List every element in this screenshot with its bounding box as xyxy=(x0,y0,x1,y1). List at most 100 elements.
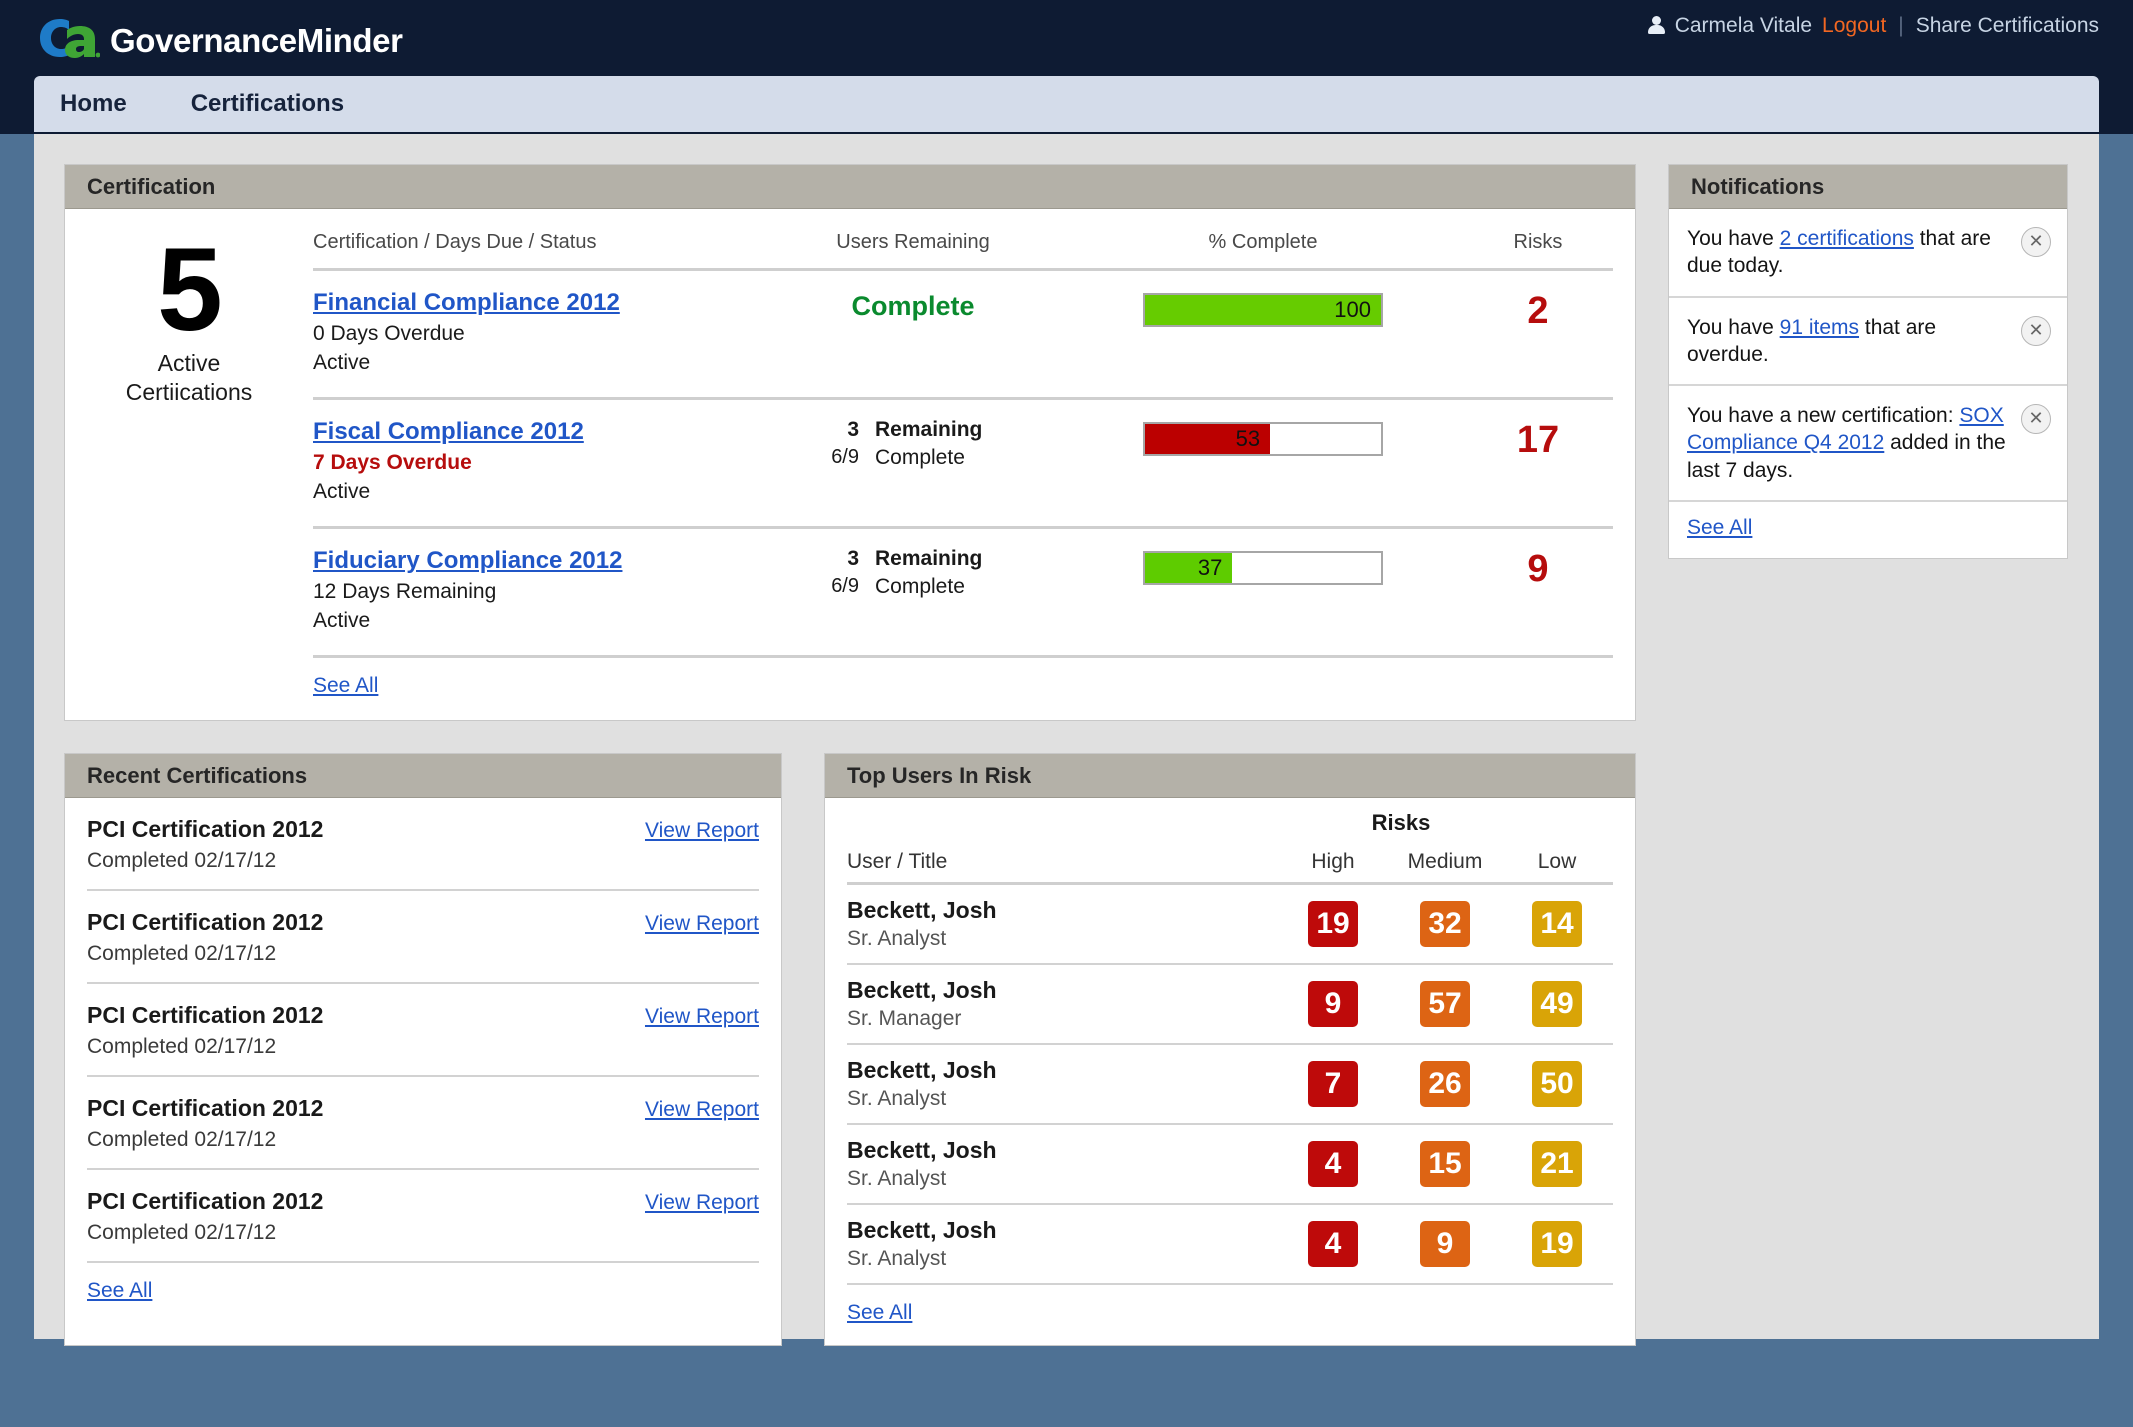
view-report-link[interactable]: View Report xyxy=(645,819,759,843)
certification-days: 12 Days Remaining xyxy=(313,580,497,603)
right-column: Notifications You have 2 certifications … xyxy=(1668,164,2068,560)
risk-high-cell: 4 xyxy=(1277,1141,1389,1187)
user-name: Carmela Vitale xyxy=(1674,14,1813,37)
notification-item: You have a new certification: SOX Compli… xyxy=(1669,386,2067,503)
risk-table-row: Beckett, Josh Sr. Analyst 7 26 50 xyxy=(825,1045,1635,1123)
recent-certification-item: PCI Certification 2012 View Report Compl… xyxy=(65,984,781,1075)
close-icon[interactable]: ✕ xyxy=(2021,227,2051,257)
risk-high-cell: 9 xyxy=(1277,981,1389,1027)
recent-certification-name: PCI Certification 2012 xyxy=(87,1188,324,1214)
recent-panel-title: Recent Certifications xyxy=(87,762,308,788)
certification-status: Active xyxy=(313,480,371,503)
risks-group-header-row: Risks xyxy=(825,798,1605,836)
progress-bar: 100 xyxy=(1143,293,1383,327)
notifications-panel: Notifications You have 2 certifications … xyxy=(1668,164,2068,560)
view-report-link[interactable]: View Report xyxy=(645,1005,759,1029)
notifications-panel-header: Notifications xyxy=(1669,165,2067,209)
risk-high-cell: 4 xyxy=(1277,1221,1389,1267)
nav-bar-wrapper: Home Certifications xyxy=(0,76,2133,134)
users-remaining-cell: Complete xyxy=(763,289,1063,322)
share-certifications-link[interactable]: Share Certifications xyxy=(1916,14,2099,38)
view-report-link[interactable]: View Report xyxy=(645,1191,759,1215)
risk-user-cell: Beckett, Josh Sr. Analyst xyxy=(847,1137,1277,1191)
active-certifications-label: Active Certiications xyxy=(126,349,253,407)
risk-panel-body: Risks User / Title High Medium Low Becke… xyxy=(825,798,1635,1345)
risk-user-name: Beckett, Josh xyxy=(847,1217,997,1243)
risk-badge-low: 49 xyxy=(1532,981,1582,1027)
risks-cell: 17 xyxy=(1463,418,1613,462)
nav-item-certifications[interactable]: Certifications xyxy=(191,76,378,132)
view-report-link[interactable]: View Report xyxy=(645,1098,759,1122)
risk-see-all-wrapper: See All xyxy=(825,1285,1635,1345)
certification-panel: Certification 5 Active Certiications Cer… xyxy=(64,164,1636,721)
recent-certification-date: Completed 02/17/12 xyxy=(87,1128,277,1151)
risk-medium-cell: 15 xyxy=(1389,1141,1501,1187)
notification-link[interactable]: SOX Compliance Q4 2012 xyxy=(1687,404,2004,454)
certification-link[interactable]: Fiduciary Compliance 2012 xyxy=(313,547,622,575)
column-header-high: High xyxy=(1311,850,1355,873)
certification-row: Fiduciary Compliance 2012 12 Days Remain… xyxy=(313,529,1613,655)
risk-low-cell: 50 xyxy=(1501,1061,1613,1107)
risk-table-row: Beckett, Josh Sr. Analyst 4 15 21 xyxy=(825,1125,1635,1203)
column-header-name: Certification / Days Due / Status xyxy=(313,231,597,253)
certification-link[interactable]: Financial Compliance 2012 xyxy=(313,289,620,317)
certification-panel-title: Certification xyxy=(87,173,216,199)
view-report-link[interactable]: View Report xyxy=(645,912,759,936)
notification-link[interactable]: 2 certifications xyxy=(1780,227,1914,250)
recent-certification-date: Completed 02/17/12 xyxy=(87,849,277,872)
risk-table-row: Beckett, Josh Sr. Analyst 19 32 14 xyxy=(825,885,1635,963)
percent-complete-cell: 37 xyxy=(1063,547,1463,585)
risk-medium-cell: 9 xyxy=(1389,1221,1501,1267)
nav-item-home[interactable]: Home xyxy=(60,76,161,132)
recent-certification-item: PCI Certification 2012 View Report Compl… xyxy=(65,1077,781,1168)
risk-badge-low: 21 xyxy=(1532,1141,1582,1187)
users-remaining-label: Remaining xyxy=(875,547,983,570)
active-certifications-summary: 5 Active Certiications xyxy=(65,209,313,720)
logout-link[interactable]: Logout xyxy=(1822,14,1886,38)
risk-user-name: Beckett, Josh xyxy=(847,977,997,1003)
risk-badge-medium: 32 xyxy=(1420,901,1470,947)
recent-see-all-link[interactable]: See All xyxy=(87,1279,152,1302)
certification-see-all-wrapper: See All xyxy=(313,658,1613,720)
close-icon[interactable]: ✕ xyxy=(2021,404,2051,435)
certification-panel-header: Certification xyxy=(65,165,1635,209)
users-remaining-block: 3 Remaining 6/9 Complete xyxy=(763,418,1063,470)
risk-count: 2 xyxy=(1527,290,1549,332)
risk-user-name: Beckett, Josh xyxy=(847,897,997,923)
notifications-list: You have 2 certifications that are due t… xyxy=(1669,209,2067,503)
risk-medium-cell: 57 xyxy=(1389,981,1501,1027)
certification-table-header: Certification / Days Due / Status Users … xyxy=(313,209,1613,268)
certification-see-all-link[interactable]: See All xyxy=(313,674,378,697)
recent-certification-date: Completed 02/17/12 xyxy=(87,1035,277,1058)
notification-text: You have 91 items that are overdue. xyxy=(1687,315,1937,366)
risk-see-all-link[interactable]: See All xyxy=(847,1301,912,1324)
users-remaining-count: 3 xyxy=(847,547,859,570)
certification-link[interactable]: Fiscal Compliance 2012 xyxy=(313,418,584,446)
notification-link[interactable]: 91 items xyxy=(1780,316,1859,339)
risk-low-cell: 49 xyxy=(1501,981,1613,1027)
certification-name-cell: Financial Compliance 2012 0 Days Overdue… xyxy=(313,289,763,375)
progress-bar-value: 37 xyxy=(1197,555,1223,580)
user-area: Carmela Vitale Logout | Share Certificat… xyxy=(1647,14,2099,38)
close-icon[interactable]: ✕ xyxy=(2021,315,2051,346)
certification-rows: Financial Compliance 2012 0 Days Overdue… xyxy=(313,271,1613,658)
recent-panel-body: PCI Certification 2012 View Report Compl… xyxy=(65,798,781,1323)
risk-table-header: User / Title High Medium Low xyxy=(825,836,1635,882)
recent-certification-item: PCI Certification 2012 View Report Compl… xyxy=(65,891,781,982)
notifications-panel-title: Notifications xyxy=(1691,173,1825,199)
risk-high-cell: 19 xyxy=(1277,901,1389,947)
risk-badge-medium: 9 xyxy=(1420,1221,1470,1267)
recent-certification-name: PCI Certification 2012 xyxy=(87,909,324,935)
risk-panel-title: Top Users In Risk xyxy=(847,762,1032,788)
risk-user-cell: Beckett, Josh Sr. Analyst xyxy=(847,1217,1277,1271)
users-remaining-cell: 3 Remaining 6/9 Complete xyxy=(763,547,1063,599)
percent-complete-cell: 53 xyxy=(1063,418,1463,456)
notifications-see-all-link[interactable]: See All xyxy=(1687,516,1752,539)
risk-user-cell: Beckett, Josh Sr. Manager xyxy=(847,977,1277,1031)
notifications-panel-body: You have 2 certifications that are due t… xyxy=(1669,209,2067,558)
risk-user-title: Sr. Analyst xyxy=(847,1167,947,1190)
certification-name-cell: Fiscal Compliance 2012 7 Days Overdue Ac… xyxy=(313,418,763,504)
risk-rows: Beckett, Josh Sr. Analyst 19 32 14 Becke… xyxy=(825,885,1635,1285)
users-remaining-block: 3 Remaining 6/9 Complete xyxy=(763,547,1063,599)
risk-badge-high: 19 xyxy=(1308,901,1358,947)
